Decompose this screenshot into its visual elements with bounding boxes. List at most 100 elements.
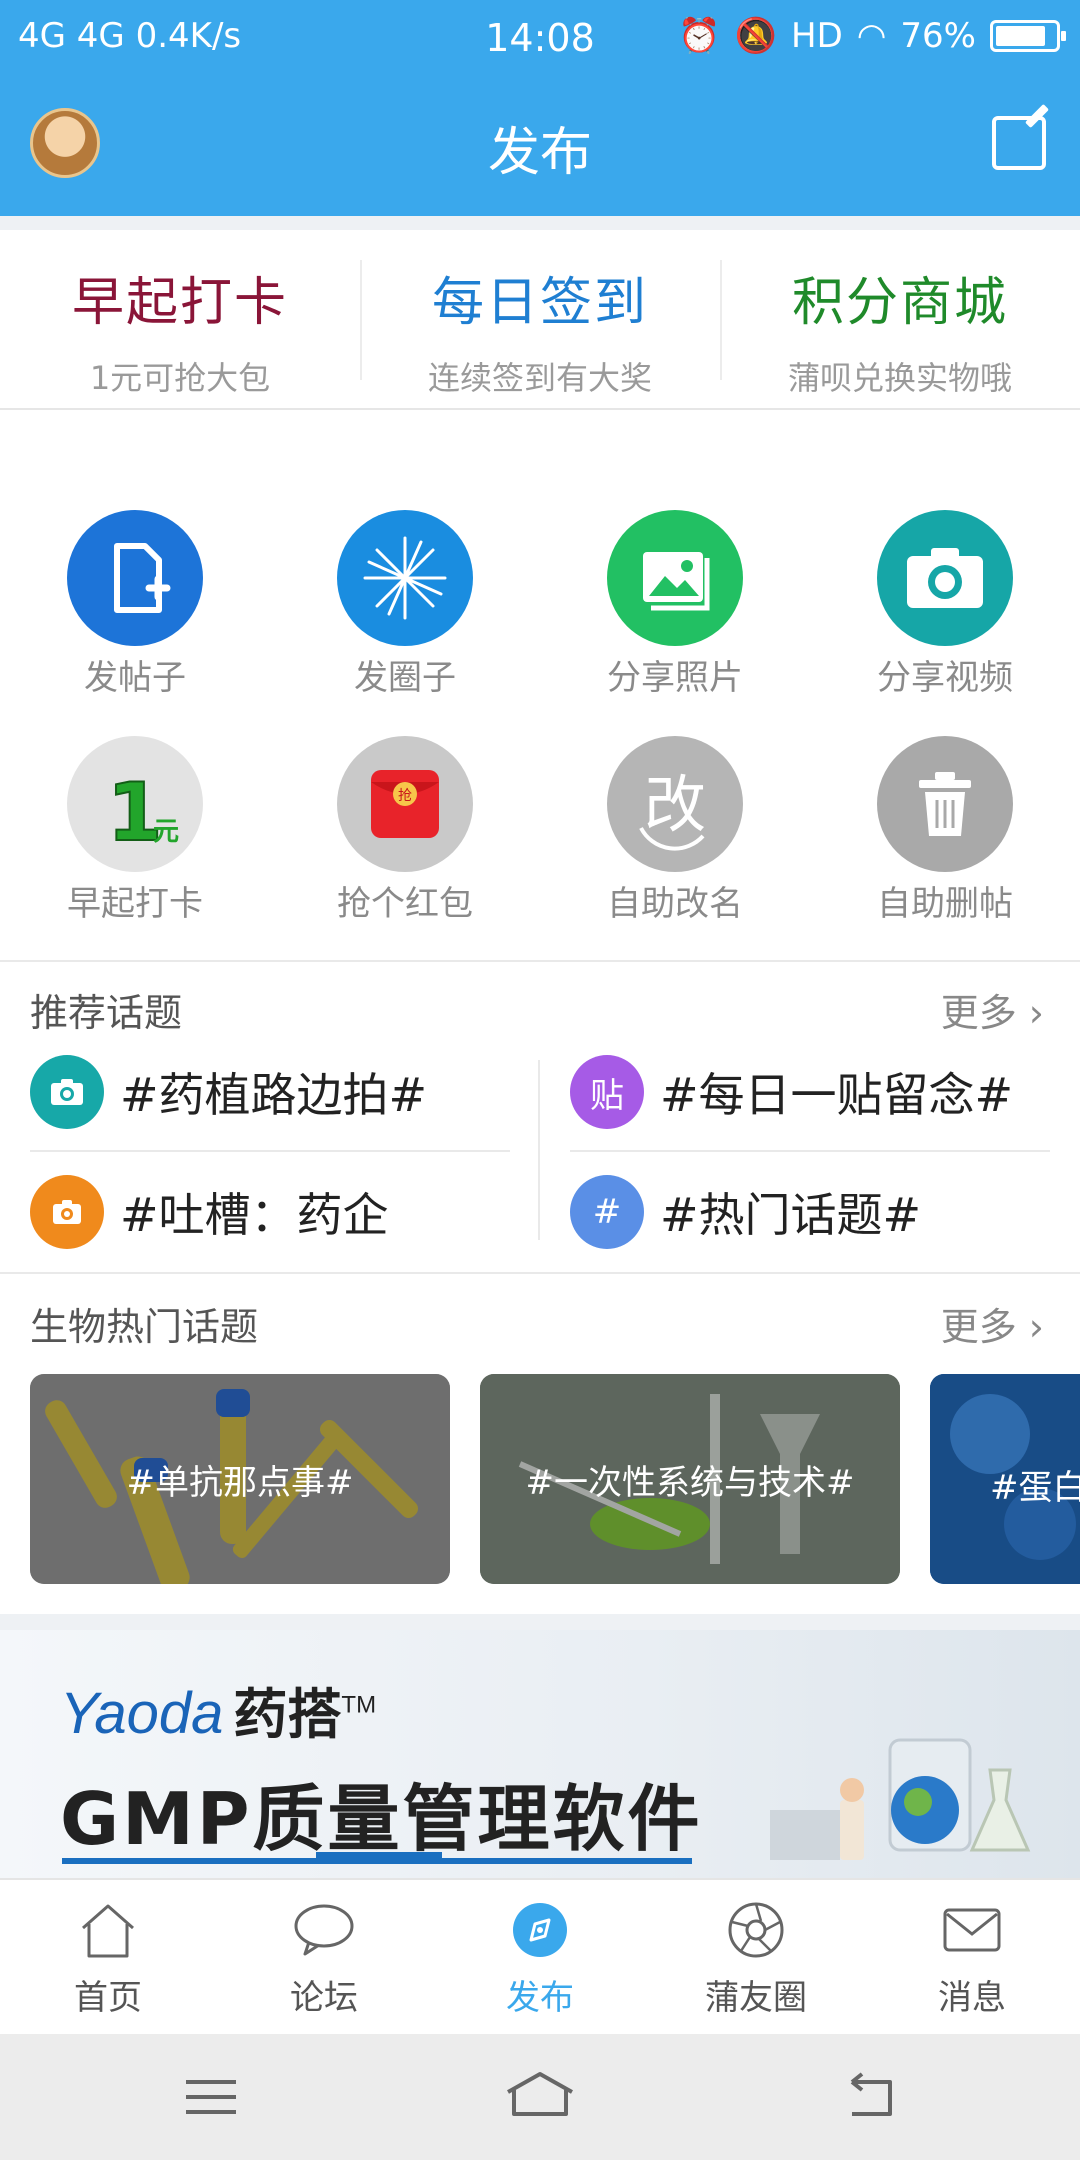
action-label: 发圈子: [354, 658, 456, 698]
action-circle[interactable]: 发圈子: [270, 500, 540, 726]
camera-icon: [30, 1175, 104, 1249]
publish-icon: [507, 1900, 573, 1960]
chevron-right-icon: ›: [1016, 991, 1044, 1035]
battery-percent: 76%: [900, 16, 976, 56]
nav-publish[interactable]: 发布: [432, 1880, 648, 2034]
nav-label: 首页: [74, 1978, 142, 2018]
action-label: 发帖子: [84, 658, 186, 698]
topic-item[interactable]: #药植路边拍#: [30, 1042, 427, 1142]
quick-link-title: 积分商城: [791, 273, 1008, 333]
bio-topics-title: 生物热门话题: [30, 1305, 259, 1349]
action-red-envelope[interactable]: 抢 抢个红包: [270, 726, 540, 952]
photo-icon: [607, 510, 743, 646]
action-rename[interactable]: 改 自助改名: [540, 726, 810, 952]
quick-link-title: 早起打卡: [71, 273, 288, 333]
quick-links: 早起打卡 1元可抢大包 每日签到 连续签到有大奖 积分商城 蒲呗兑换实物哦: [0, 230, 1080, 410]
divider: [570, 1150, 1050, 1152]
brand-name: Yaoda: [60, 1681, 224, 1746]
topic-label: #吐槽：药企: [120, 1188, 389, 1242]
banner-headline: GMP质量管理软件: [60, 1777, 703, 1861]
home-button-icon[interactable]: [507, 2072, 573, 2116]
bottom-nav: 首页 论坛 发布 蒲友圈 消息: [0, 1878, 1080, 2034]
top-bar: 4G 4G 0.4K/s 14:08 ⏰ 🔕 HD ◠ 76% 发布: [0, 0, 1080, 216]
hashtag-icon: #: [570, 1175, 644, 1249]
back-icon[interactable]: [850, 2072, 892, 2116]
topic-label: #药植路边拍#: [120, 1068, 428, 1122]
aperture-icon: [723, 1900, 789, 1960]
section-gap: [0, 1614, 1080, 1630]
action-delete-post[interactable]: 自助删帖: [810, 726, 1080, 952]
bio-more-link[interactable]: 更多 ›: [941, 1296, 1044, 1351]
wifi-icon: ◠: [856, 16, 887, 56]
ad-banner[interactable]: Yaoda 药搭TM GMP质量管理软件: [0, 1630, 1080, 1878]
compose-icon[interactable]: [992, 116, 1046, 170]
action-morning-checkin[interactable]: 1元 早起打卡: [0, 726, 270, 952]
topic-card[interactable]: #蛋白: [930, 1374, 1080, 1584]
action-label: 分享视频: [877, 658, 1013, 698]
lab-illustration: [770, 1738, 1031, 1860]
red-envelope-icon: 抢: [337, 736, 473, 872]
nav-forum[interactable]: 论坛: [216, 1880, 432, 2034]
topic-item[interactable]: #吐槽：药企: [30, 1162, 389, 1262]
brand-logo: Yaoda 药搭TM: [60, 1670, 376, 1749]
chat-icon: [291, 1900, 357, 1960]
topic-item[interactable]: 贴 #每日一贴留念#: [570, 1042, 1013, 1142]
mail-icon: [939, 1900, 1005, 1960]
action-label: 早起打卡: [67, 884, 203, 924]
quick-link-points-mall[interactable]: 积分商城 蒲呗兑换实物哦: [720, 230, 1080, 408]
action-post[interactable]: 发帖子: [0, 500, 270, 726]
svg-text:改: 改: [644, 768, 706, 841]
camera-icon: [877, 510, 1013, 646]
divider: [0, 960, 1080, 962]
topic-card-label: #蛋白: [990, 1468, 1080, 1508]
nav-circle[interactable]: 蒲友圈: [648, 1880, 864, 2034]
topic-item[interactable]: # #热门话题#: [570, 1162, 921, 1262]
action-label: 抢个红包: [337, 884, 473, 924]
more-label: 更多: [940, 1305, 1017, 1349]
action-grid: 发帖子 发圈子 分享照片 分享视频 1元 早起打卡 抢 抢个红包 改 自助改名 …: [0, 500, 1080, 952]
quick-link-subtitle: 连续签到有大奖: [427, 359, 652, 397]
rename-icon: 改: [607, 736, 743, 872]
quick-link-checkin-morning[interactable]: 早起打卡 1元可抢大包: [0, 230, 360, 408]
quick-link-subtitle: 1元可抢大包: [89, 359, 271, 397]
svg-text:元: 元: [153, 817, 179, 847]
quick-link-daily-signin[interactable]: 每日签到 连续签到有大奖: [360, 230, 720, 408]
recommended-more-link[interactable]: 更多 ›: [941, 982, 1044, 1037]
mute-icon: 🔕: [734, 16, 777, 56]
nav-messages[interactable]: 消息: [864, 1880, 1080, 2034]
topic-card-label: #单抗那点事#: [126, 1462, 354, 1503]
action-share-video[interactable]: 分享视频: [810, 500, 1080, 726]
topic-card[interactable]: #一次性系统与技术#: [480, 1374, 900, 1584]
trash-icon: [877, 736, 1013, 872]
topic-card[interactable]: #单抗那点事#: [30, 1374, 450, 1584]
menu-icon[interactable]: [160, 2070, 236, 2124]
nav-home[interactable]: 首页: [0, 1880, 216, 2034]
action-label: 分享照片: [607, 658, 743, 698]
system-nav-bar: [0, 2034, 1080, 2160]
quick-link-title: 每日签到: [431, 273, 648, 333]
topic-label: #热门话题#: [660, 1188, 922, 1242]
sticker-icon: 贴: [570, 1055, 644, 1129]
recommended-title: 推荐话题: [30, 991, 183, 1035]
action-label: 自助改名: [607, 884, 743, 924]
more-label: 更多: [940, 991, 1017, 1035]
action-share-photo[interactable]: 分享照片: [540, 500, 810, 726]
circle-burst-icon: [337, 510, 473, 646]
divider: [538, 1060, 540, 1240]
topic-label: #每日一贴留念#: [660, 1068, 1014, 1122]
one-yuan-icon: 1元: [67, 736, 203, 872]
chevron-right-icon: ›: [1016, 1305, 1044, 1349]
camera-icon: [30, 1055, 104, 1129]
status-icons: ⏰ 🔕 HD ◠ 76%: [678, 16, 1066, 56]
action-label: 自助删帖: [877, 884, 1013, 924]
alarm-icon: ⏰: [678, 16, 721, 56]
bio-topic-cards: #单抗那点事# #一次性系统与技术# #蛋白: [30, 1374, 1080, 1584]
status-bar: 4G 4G 0.4K/s 14:08 ⏰ 🔕 HD ◠ 76%: [0, 0, 1080, 76]
quick-link-subtitle: 蒲呗兑换实物哦: [787, 359, 1012, 397]
topic-card-label: #一次性系统与技术#: [525, 1462, 855, 1503]
trademark: TM: [341, 1691, 377, 1719]
section-gap: [0, 216, 1080, 230]
brand-name-cn: 药搭: [233, 1685, 342, 1745]
svg-text:抢: 抢: [398, 787, 412, 804]
hd-label: HD: [791, 16, 843, 56]
